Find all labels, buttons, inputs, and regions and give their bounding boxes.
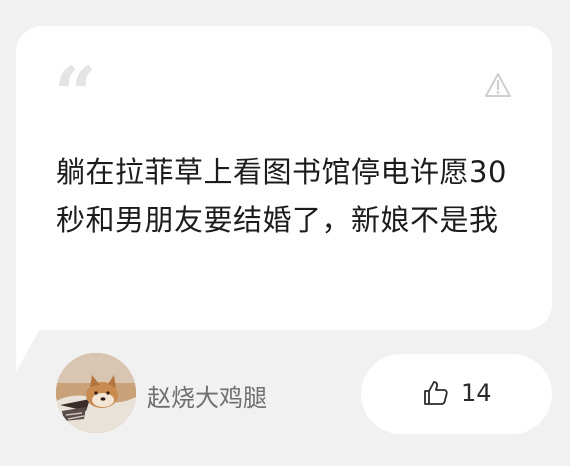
quote-icon: “ bbox=[54, 52, 97, 138]
like-count: 14 bbox=[461, 379, 492, 407]
post-text: 躺在拉菲草上看图书馆停电许愿30秒和男朋友要结婚了，新娘不是我 bbox=[56, 155, 507, 237]
thumbs-up-icon bbox=[424, 381, 448, 405]
speech-bubble-tail bbox=[16, 300, 56, 372]
avatar[interactable] bbox=[56, 353, 136, 433]
author-name[interactable]: 赵烧大鸡腿 bbox=[147, 378, 267, 413]
warning-report-icon[interactable] bbox=[484, 72, 512, 98]
like-button[interactable]: 14 bbox=[361, 354, 552, 434]
